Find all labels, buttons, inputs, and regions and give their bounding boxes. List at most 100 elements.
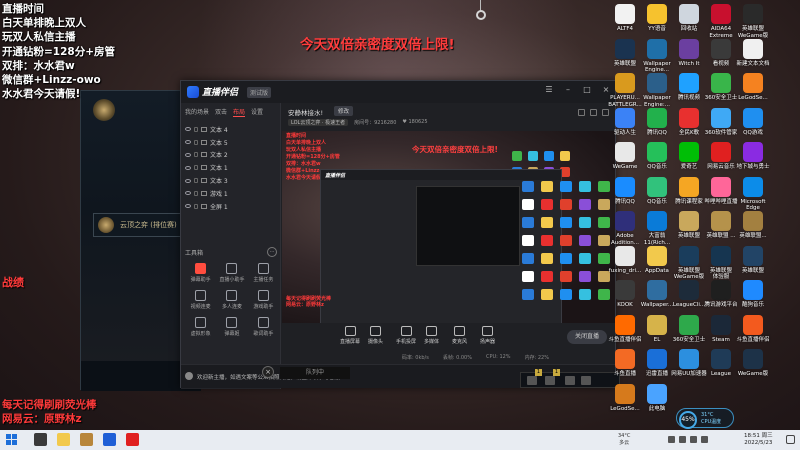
desktop-icon[interactable]: Microsoft Edge xyxy=(738,176,768,212)
tool-button[interactable]: 多人连麦 xyxy=(216,290,247,310)
settings-icon[interactable] xyxy=(602,109,609,116)
control-button[interactable]: 摄像头 xyxy=(368,326,383,345)
cancel-queue-button[interactable]: × xyxy=(262,366,274,378)
tab-double-click[interactable]: 双击 xyxy=(215,107,227,117)
share-icon[interactable] xyxy=(590,109,597,116)
tool-button[interactable]: 弹幕姬 xyxy=(216,317,247,337)
desktop-icon[interactable]: 英雄联盟 WeGame版 xyxy=(674,245,704,281)
desktop-icon[interactable]: QQ音乐 xyxy=(642,176,672,206)
source-row[interactable]: 文本 2 xyxy=(181,149,280,162)
desktop-icon[interactable]: Witch It xyxy=(674,38,704,68)
desktop-icon[interactable]: PLAYERU... BATTLEGR... xyxy=(608,73,642,108)
control-button[interactable]: 直播屏幕 xyxy=(340,326,360,345)
visibility-eye-icon[interactable] xyxy=(185,178,191,183)
desktop-icon[interactable]: 全民K歌 xyxy=(674,107,704,137)
lock-icon[interactable] xyxy=(194,165,198,171)
tool-button[interactable]: 歌词助手 xyxy=(248,317,279,337)
tray-ime-icon[interactable] xyxy=(701,436,708,443)
tray-chevron-icon[interactable] xyxy=(668,436,675,443)
desktop-icon[interactable]: 新建文本文档 xyxy=(737,38,770,68)
clock[interactable]: 18:51 周三 2022/5/23 xyxy=(744,433,773,447)
desktop-icon[interactable]: 英雄联盟 xyxy=(738,245,768,275)
source-row[interactable]: 文本 4 xyxy=(181,123,280,136)
desktop-icon[interactable]: EL xyxy=(642,314,672,344)
desktop-icon[interactable]: 腾讯QQ xyxy=(642,107,672,137)
taskbar-search-icon[interactable] xyxy=(34,433,47,446)
lock-icon[interactable] xyxy=(194,203,198,209)
start-button[interactable] xyxy=(6,434,17,445)
desktop-icon[interactable]: 腾讯QQ xyxy=(610,176,640,206)
visibility-eye-icon[interactable] xyxy=(185,127,191,132)
desktop-icon[interactable]: Wallpaper Engine:... xyxy=(642,73,672,108)
desktop-icon[interactable]: KOOK xyxy=(610,280,640,309)
desktop-icon[interactable]: AppData xyxy=(642,245,672,275)
visibility-eye-icon[interactable] xyxy=(185,140,191,145)
desktop-icon[interactable]: 迅雷直播 xyxy=(642,349,672,378)
desktop-icon[interactable]: 驱动人生 xyxy=(610,107,640,137)
desktop-icon[interactable]: 英雄联盟 WeGame版 xyxy=(738,4,768,39)
control-button[interactable]: 多媒体 xyxy=(424,326,439,345)
desktop-icon[interactable]: 英雄联盟 xyxy=(674,211,704,240)
visibility-eye-icon[interactable] xyxy=(185,191,191,196)
desktop-icon[interactable]: WeGame版 xyxy=(738,349,768,378)
desktop-icon[interactable]: 英雄联盟 体验服 xyxy=(706,245,736,281)
tab-settings[interactable]: 设置 xyxy=(251,107,263,117)
desktop-icon[interactable]: 爱奇艺 xyxy=(674,142,704,171)
desktop-icon[interactable]: 360安全卫士 xyxy=(705,73,737,102)
source-row[interactable]: 游戏 1 xyxy=(181,187,280,200)
desktop-icon[interactable]: 斗鱼直播 xyxy=(610,349,640,378)
desktop-icon[interactable]: WeGame xyxy=(610,142,640,171)
lock-icon[interactable] xyxy=(194,190,198,196)
desktop-icon[interactable]: LeGodSe... xyxy=(610,383,640,413)
desktop-icon[interactable]: YY语音 xyxy=(642,4,672,33)
desktop-icon[interactable]: Steam xyxy=(706,314,736,344)
control-button[interactable]: 麦克风 xyxy=(452,326,467,345)
tool-button[interactable]: 游戏助手 xyxy=(248,290,279,310)
tool-button[interactable]: 视频连麦 xyxy=(185,290,216,310)
minimize-icon[interactable]: – xyxy=(563,85,573,94)
desktop-icon[interactable]: 腾讯课程家 xyxy=(674,176,704,206)
desktop-icon[interactable]: 大富翁 11(Rich... xyxy=(642,211,672,246)
menu-icon[interactable]: ☰ xyxy=(544,85,554,94)
desktop-icon[interactable]: fuxing_dri... xyxy=(609,245,641,275)
desktop-icon[interactable]: 酷狗音乐 xyxy=(738,280,768,309)
tool-button[interactable]: 直播小助手 xyxy=(216,263,247,283)
desktop-icon[interactable]: QQ音乐 xyxy=(642,142,672,171)
desktop-icon[interactable]: 斗鱼直播伴侣 xyxy=(609,314,642,344)
desktop-icon[interactable]: Wallpaper... xyxy=(641,280,673,309)
desktop-icon[interactable]: League xyxy=(706,349,736,378)
weather-widget[interactable]: 34°C 多云 xyxy=(618,433,630,446)
stream-assistant-window[interactable]: 直播伴侣 测试版 ☰ – □ × 我的场景 双击 布局 设置 文本 4 文本 5文… xyxy=(180,80,616,389)
desktop-icon[interactable]: 地下城与勇士 xyxy=(737,142,770,171)
tray-network-icon[interactable] xyxy=(679,436,686,443)
game-chat-bar[interactable]: 1 1 xyxy=(520,369,620,388)
toolbox-more-button[interactable]: ··· xyxy=(267,247,277,257)
mail-icon[interactable] xyxy=(565,376,575,385)
desktop-icon[interactable]: 网易UU加速器 xyxy=(671,349,707,378)
desktop-icon[interactable]: 此电脑 xyxy=(642,383,672,413)
desktop-icon[interactable]: LeagueCli... xyxy=(673,280,705,309)
desktop-icon[interactable]: AIDA64 Extreme xyxy=(706,4,736,39)
taskbar-explorer-icon[interactable] xyxy=(57,433,70,446)
taskbar-netease-icon[interactable] xyxy=(126,433,139,446)
desktop-icon[interactable]: 360软件管家 xyxy=(705,107,737,137)
desktop-icon[interactable]: 哔哩哔哩直播 xyxy=(705,176,738,206)
app-titlebar[interactable]: 直播伴侣 测试版 ☰ – □ × xyxy=(181,81,615,103)
desktop-icon[interactable]: 腾讯游戏平台 xyxy=(705,280,738,309)
taskbar-league-icon[interactable] xyxy=(80,433,93,446)
lock-icon[interactable] xyxy=(194,139,198,145)
source-row[interactable]: 文本 5 xyxy=(181,136,280,149)
desktop-icon[interactable]: 英雄联盟 xyxy=(610,38,640,68)
desktop-icon[interactable]: Adobe Audition... xyxy=(610,211,640,246)
desktop-icon[interactable]: 斗鱼直播伴侣 xyxy=(737,314,770,344)
desktop-icon[interactable]: LeGodSe... xyxy=(738,73,768,102)
taskbar-assistant-icon[interactable] xyxy=(103,433,116,446)
notification-icon[interactable] xyxy=(786,435,795,444)
visibility-eye-icon[interactable] xyxy=(185,152,191,157)
visibility-eye-icon[interactable] xyxy=(185,204,191,209)
desktop-icon[interactable]: 360安全卫士 xyxy=(673,314,705,344)
tool-button[interactable]: 弹幕助手 xyxy=(185,263,216,283)
desktop-icon[interactable]: 网易云音乐 xyxy=(706,142,736,171)
control-button[interactable]: 手机投屏 xyxy=(396,326,416,345)
tray-volume-icon[interactable] xyxy=(690,436,697,443)
